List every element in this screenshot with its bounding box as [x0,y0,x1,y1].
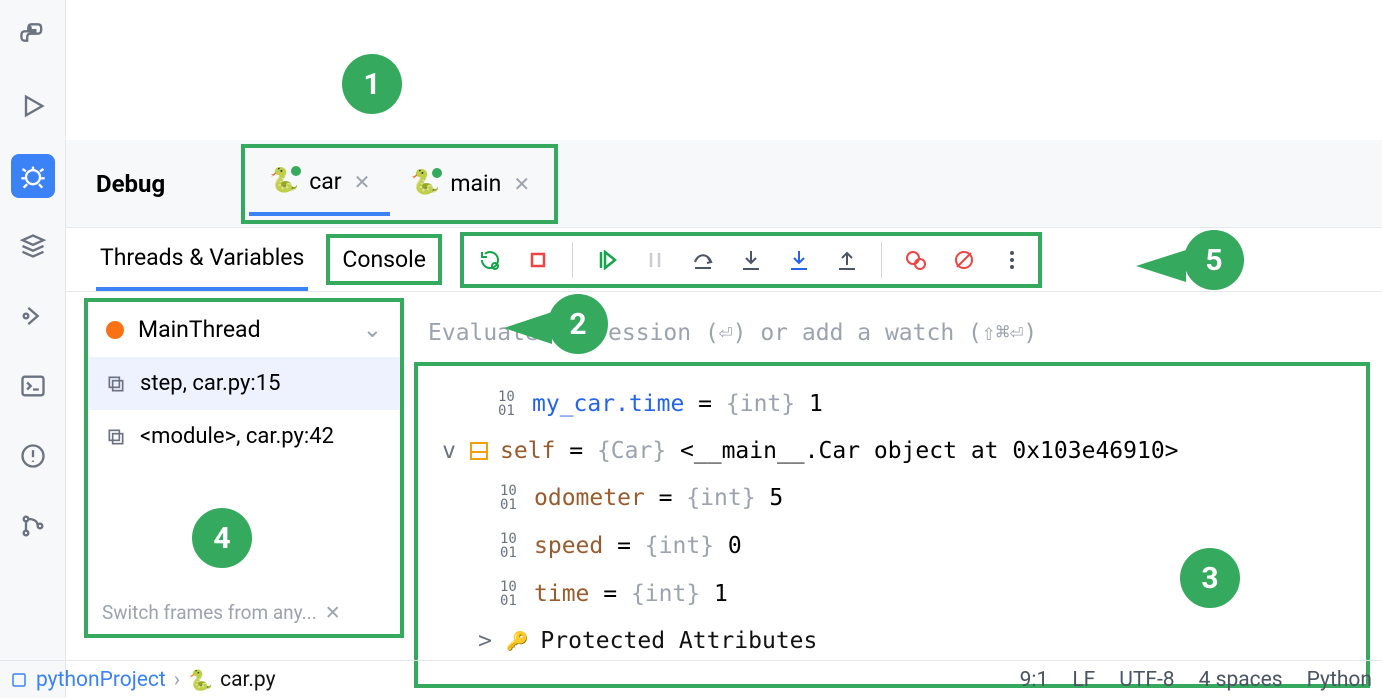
frame-item[interactable]: <module>, car.py:42 [88,410,400,463]
primitive-icon: 1001 [500,580,522,608]
frame-label: <module>, car.py:42 [140,424,334,449]
problems-icon[interactable] [11,434,55,478]
run-config-tabs: car ✕ main ✕ [241,144,558,224]
pause-icon[interactable] [641,246,669,274]
variable-row[interactable]: > 🔑 Protected Attributes [436,618,1348,664]
close-icon[interactable]: ✕ [325,601,341,624]
step-into-my-code-icon[interactable] [785,246,813,274]
annotation-callout-4: 4 [192,508,252,568]
file-encoding[interactable]: UTF-8 [1119,668,1174,692]
expand-toggle-icon[interactable]: v [440,438,458,464]
variable-row[interactable]: 1001 my_car.time = {int} 1 [436,380,1348,428]
separator [572,242,573,278]
line-separator[interactable]: LF [1072,668,1095,692]
vcs-icon[interactable] [11,504,55,548]
frame-item[interactable]: step, car.py:15 [88,357,400,410]
run-config-tab-main[interactable]: main ✕ [390,152,550,216]
annotation-callout-3: 3 [1180,548,1240,608]
terminal-icon[interactable] [11,364,55,408]
close-icon[interactable]: ✕ [513,172,530,196]
variables-panel: 1001 my_car.time = {int} 1 v self = {Car… [414,362,1370,688]
services-icon[interactable] [11,224,55,268]
breadcrumb[interactable]: pythonProject › 🐍 car.py [10,668,276,692]
thread-status-dot [106,321,124,339]
tab-threads-variables[interactable]: Threads & Variables [96,228,308,291]
thread-selector[interactable]: MainThread ⌄ [88,302,400,357]
debug-toolbar [460,232,1042,288]
key-icon: 🔑 [506,631,528,652]
stop-icon[interactable] [524,246,552,274]
step-into-icon[interactable] [737,246,765,274]
caret-position[interactable]: 9:1 [1020,668,1049,692]
project-icon [10,671,28,689]
python-console-icon[interactable] [11,14,55,58]
separator [881,242,882,278]
python-file-icon [269,168,297,196]
editor-area-placeholder [66,0,1382,140]
status-bar: pythonProject › 🐍 car.py 9:1 LF UTF-8 4 … [0,660,1382,698]
interpreter[interactable]: Python [1307,668,1372,692]
tab-console[interactable]: Console [326,234,442,285]
primitive-icon: 1001 [500,532,522,560]
variable-row[interactable]: v self = {Car} <__main__.Car object at 0… [436,428,1348,474]
thread-name: MainThread [138,316,261,343]
variable-row[interactable]: 1001 odometer = {int} 5 [436,474,1348,522]
object-icon [470,442,488,460]
expand-toggle-icon[interactable]: > [476,628,494,654]
mute-breakpoints-icon[interactable] [950,246,978,274]
resume-icon[interactable] [593,246,621,274]
structure-icon[interactable] [11,294,55,338]
step-over-icon[interactable] [689,246,717,274]
frame-label: step, car.py:15 [140,371,280,396]
debug-header: Debug car ✕ main ✕ [66,140,1382,228]
stack-frame-icon [106,427,126,447]
switch-frames-hint: Switch frames from any... ✕ [88,591,400,634]
view-breakpoints-icon[interactable] [902,246,930,274]
step-out-icon[interactable] [833,246,861,274]
run-icon[interactable] [11,84,55,128]
annotation-callout-2: 2 [548,294,608,354]
python-file-icon: 🐍 [188,668,212,692]
left-tool-sidebar [0,0,66,698]
chevron-down-icon: ⌄ [363,316,382,343]
primitive-icon: 1001 [498,390,520,418]
frames-panel: MainThread ⌄ step, car.py:15 <module>, c… [84,298,404,638]
annotation-callout-1: 1 [342,54,402,114]
tool-window-title: Debug [96,170,165,198]
run-config-label: main [450,170,501,197]
annotation-callout-5: 5 [1184,230,1244,290]
stack-frame-icon [106,374,126,394]
debug-icon[interactable] [11,154,55,198]
more-icon[interactable] [998,246,1026,274]
run-config-tab-car[interactable]: car ✕ [249,152,390,216]
indent-setting[interactable]: 4 spaces [1199,668,1283,692]
close-icon[interactable]: ✕ [354,170,371,194]
python-file-icon [410,170,438,198]
run-config-label: car [309,168,341,195]
primitive-icon: 1001 [500,484,522,512]
rerun-icon[interactable] [476,246,504,274]
